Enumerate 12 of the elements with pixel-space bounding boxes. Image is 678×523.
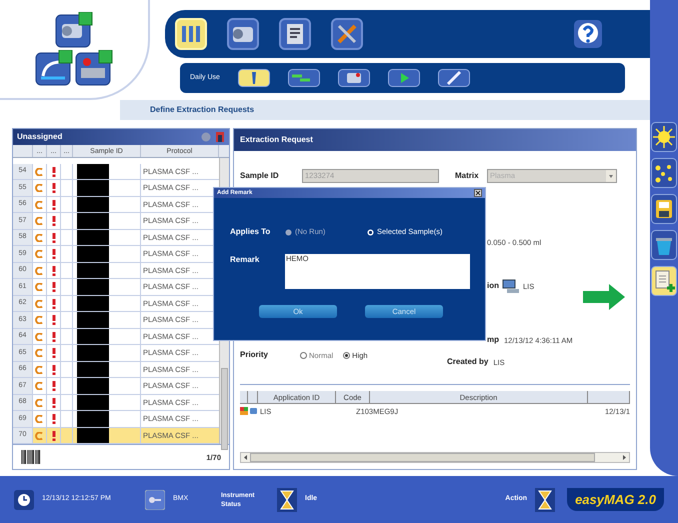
- field-label: Applies To: [230, 226, 272, 238]
- field-label: mp: [487, 334, 499, 346]
- panel-title: Extraction Request: [240, 134, 313, 146]
- field-label: Priority: [240, 349, 270, 362]
- field-label: ion: [487, 280, 499, 292]
- page-title: Define Extraction Requests: [150, 104, 254, 116]
- app-logo: easyMAG 2.0: [567, 488, 664, 512]
- field-label: Remark: [230, 254, 260, 266]
- field-label: Matrix: [455, 170, 480, 182]
- field-label: Sample ID: [240, 170, 280, 182]
- field-label: Created by: [447, 356, 488, 368]
- panel-title: Unassigned: [17, 130, 64, 143]
